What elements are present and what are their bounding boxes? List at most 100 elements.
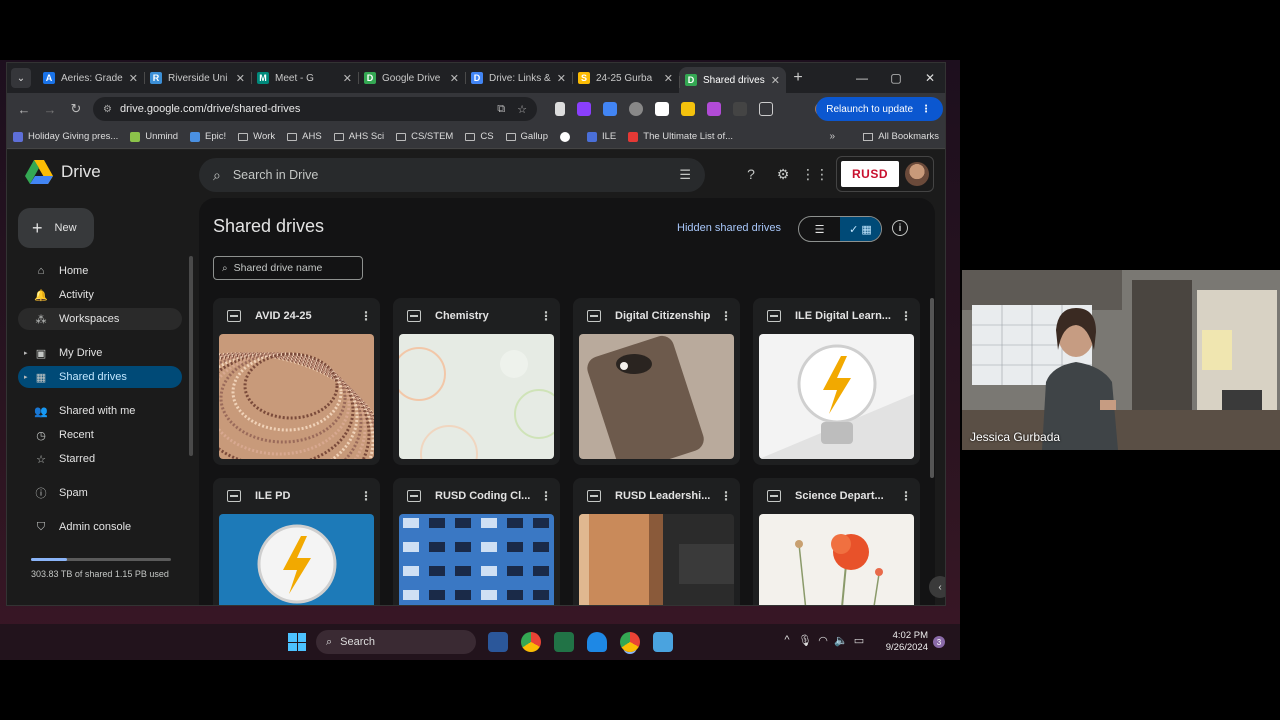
shared-drive-card[interactable]: ILE PD ⋮ [213, 478, 380, 605]
more-options-icon[interactable]: ⋮ [900, 309, 912, 323]
drive-thumbnail[interactable] [219, 514, 374, 605]
sidebar-item-home[interactable]: ⌂ Home [18, 260, 182, 282]
bookmark-star-icon[interactable]: ☆ [517, 103, 527, 116]
translate-extension-icon[interactable] [603, 102, 617, 116]
browser-menu-icon[interactable]: ⋮ [921, 104, 931, 115]
drive-thumbnail[interactable] [579, 334, 734, 459]
close-window-icon[interactable]: ✕ [913, 71, 945, 85]
bookmark-item[interactable]: ILE [587, 131, 616, 142]
address-bar[interactable]: ⚙ drive.google.com/drive/shared-drives ⧉… [93, 97, 537, 121]
more-options-icon[interactable]: ⋮ [720, 489, 732, 503]
chrome-app-icon[interactable] [521, 632, 541, 652]
gray-extension-icon[interactable] [629, 102, 643, 116]
shared-drive-card[interactable]: ILE Digital Learn... ⋮ [753, 298, 920, 465]
install-app-icon[interactable]: ⧉ [497, 103, 505, 116]
tray-chevron-icon[interactable]: ^ [778, 634, 796, 647]
sidebar-scrollbar[interactable] [189, 256, 193, 456]
sidebar-item-workspaces[interactable]: ⁂ Workspaces [18, 308, 182, 330]
sidebar-item-admin-console[interactable]: ⛉ Admin console [18, 516, 182, 538]
sidebar-item-my-drive[interactable]: ▸ ▣ My Drive [18, 342, 182, 364]
list-view-button[interactable]: ☰ [799, 217, 840, 241]
new-button[interactable]: + New [18, 208, 94, 248]
account-area[interactable]: RUSD [836, 156, 934, 192]
sidebar-item-activity[interactable]: 🔔 Activity [18, 284, 182, 306]
storage-meter[interactable]: 303.83 TB of shared 1.15 PB used [31, 558, 171, 579]
more-options-icon[interactable]: ⋮ [900, 489, 912, 503]
bookmark-item[interactable]: Holiday Giving pres... [13, 131, 118, 142]
shared-drive-card[interactable]: Chemistry ⋮ [393, 298, 560, 465]
filter-input[interactable]: Shared drive name [234, 262, 323, 274]
pen-extension-icon[interactable] [555, 102, 565, 116]
bookmarks-overflow-icon[interactable]: » [829, 131, 835, 142]
chrome-active-app-icon[interactable] [620, 632, 640, 652]
k-extension-icon[interactable] [577, 102, 591, 116]
shared-drive-card[interactable]: Science Depart... ⋮ [753, 478, 920, 605]
info-icon[interactable]: i [892, 220, 908, 236]
more-options-icon[interactable]: ⋮ [540, 489, 552, 503]
reload-icon[interactable]: ↻ [63, 101, 89, 117]
tab-3[interactable]: D Google Drive ✕ [358, 63, 465, 93]
new-tab-button[interactable]: + [786, 69, 810, 87]
drive-logo[interactable]: Drive [25, 160, 101, 184]
drive-thumbnail[interactable] [399, 334, 554, 459]
notification-badge[interactable]: 3 [933, 636, 945, 648]
tab-1[interactable]: R Riverside Uni ✕ [144, 63, 251, 93]
shared-drive-filter[interactable]: ⌕ Shared drive name [213, 256, 363, 280]
more-options-icon[interactable]: ⋮ [360, 309, 372, 323]
tab-close-icon[interactable]: ✕ [450, 72, 459, 85]
more-options-icon[interactable]: ⋮ [720, 309, 732, 323]
bookmark-item[interactable]: AHS [287, 131, 322, 142]
sidebar-item-recent[interactable]: ◷ Recent [18, 424, 182, 446]
settings-gear-icon[interactable]: ⚙ [767, 166, 799, 183]
forward-icon[interactable]: → [37, 102, 63, 117]
tab-0[interactable]: A Aeries: Grade ✕ [37, 63, 144, 93]
bookmark-item[interactable]: AHS Sci [333, 131, 384, 142]
bookmark-item[interactable]: Unmind [130, 131, 178, 142]
search-options-icon[interactable]: ☰ [679, 167, 691, 183]
tab-close-icon[interactable]: ✕ [771, 74, 780, 87]
dark-extension-icon[interactable] [733, 102, 747, 116]
drive-thumbnail[interactable] [759, 334, 914, 459]
display-app-icon[interactable] [653, 632, 673, 652]
relaunch-button[interactable]: Relaunch to update ⋮ [816, 97, 943, 121]
wifi-icon[interactable]: ◠ [814, 634, 832, 647]
back-icon[interactable]: ← [11, 102, 37, 117]
bookmark-item[interactable]: CS [465, 131, 494, 142]
help-icon[interactable]: ? [735, 166, 767, 183]
search-input[interactable]: Search in Drive [233, 168, 680, 182]
account-avatar[interactable] [905, 162, 929, 186]
tab-search-icon[interactable]: ⌄ [11, 68, 31, 88]
tab-close-icon[interactable]: ✕ [343, 72, 352, 85]
tab-4[interactable]: D Drive: Links & ✕ [465, 63, 572, 93]
expand-caret-icon[interactable]: ▸ [24, 373, 28, 381]
taskbar-clock[interactable]: 4:02 PM 9/26/2024 [880, 630, 928, 654]
maximize-icon[interactable]: ▢ [879, 71, 913, 85]
all-bookmarks-button[interactable]: All Bookmarks [863, 131, 939, 142]
drive-search-bar[interactable]: ⌕ Search in Drive ☰ [199, 158, 705, 192]
tab-5[interactable]: S 24-25 Gurba ✕ [572, 63, 679, 93]
sidebar-item-shared-drives[interactable]: ▸ ▦ Shared drives [18, 366, 182, 388]
purple-extension-icon[interactable] [707, 102, 721, 116]
sidebar-item-shared-with-me[interactable]: 👥 Shared with me [18, 400, 182, 422]
shared-drive-card[interactable]: Digital Citizenship ⋮ [573, 298, 740, 465]
windows-start-icon[interactable] [288, 633, 306, 651]
record-extension-icon[interactable] [655, 102, 669, 116]
bookmark-item[interactable]: Epic! [190, 131, 226, 142]
expand-caret-icon[interactable]: ▸ [24, 349, 28, 357]
collapse-panel-button[interactable]: ‹ [929, 576, 945, 598]
bookmark-item[interactable]: Gallup [505, 131, 548, 142]
bookmark-item[interactable] [560, 131, 575, 142]
tab-6[interactable]: D Shared drives ✕ [679, 67, 786, 93]
main-scrollbar[interactable] [930, 298, 934, 478]
excel-app-icon[interactable] [554, 632, 574, 652]
site-info-icon[interactable]: ⚙ [103, 104, 112, 115]
minimize-icon[interactable]: — [845, 71, 879, 85]
tab-close-icon[interactable]: ✕ [236, 72, 245, 85]
microphone-icon[interactable]: 🎙 [796, 634, 814, 647]
shared-drive-card[interactable]: RUSD Leadershi... ⋮ [573, 478, 740, 605]
bookmark-item[interactable]: The Ultimate List of... [628, 131, 733, 142]
shared-drive-card[interactable]: RUSD Coding Cl... ⋮ [393, 478, 560, 605]
shared-drive-card[interactable]: AVID 24-25 ⋮ [213, 298, 380, 465]
sidebar-item-starred[interactable]: ☆ Starred [18, 448, 182, 470]
battery-icon[interactable]: ▭ [850, 634, 868, 647]
